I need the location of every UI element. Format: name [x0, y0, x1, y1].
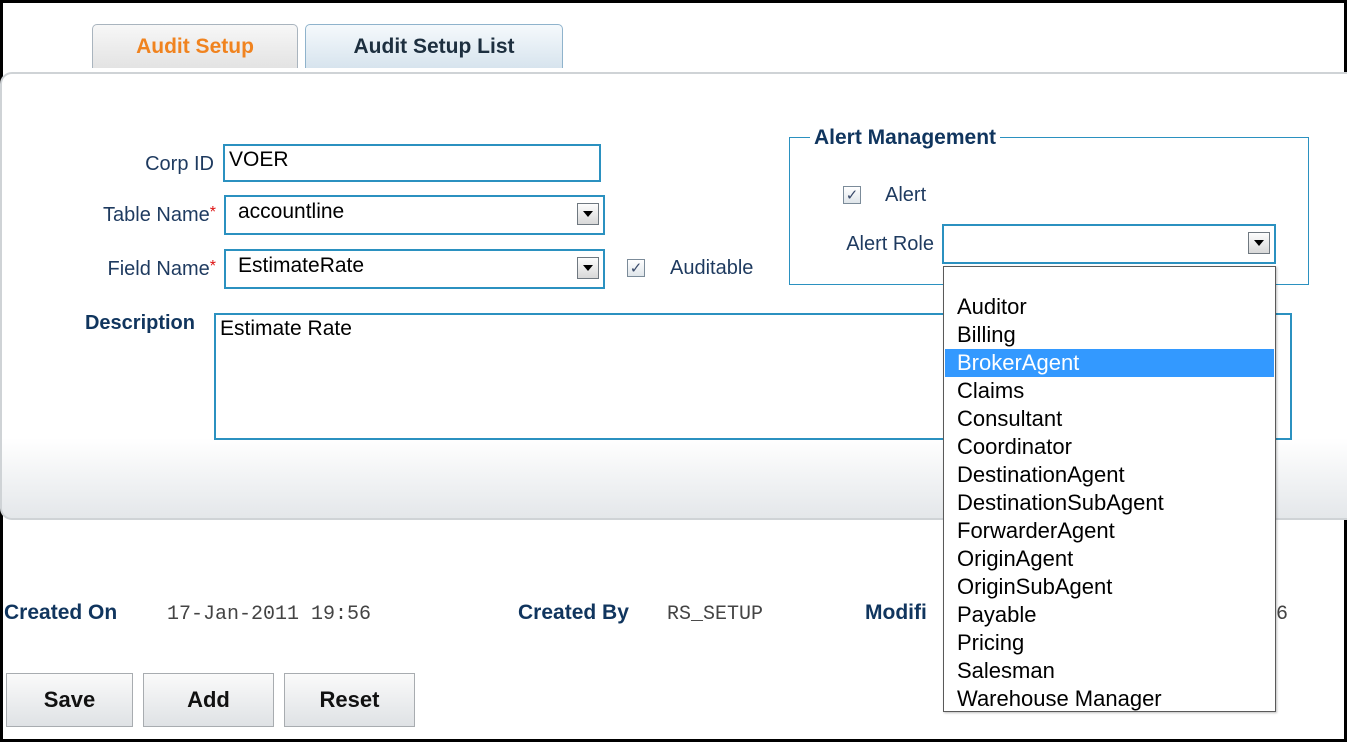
- dropdown-option[interactable]: Payable: [945, 601, 1274, 629]
- required-marker: *: [209, 204, 216, 221]
- dropdown-option[interactable]: Coordinator: [945, 433, 1274, 461]
- alert-role-dropdown-list[interactable]: Auditor Billing BrokerAgent Claims Consultan…: [943, 266, 1276, 712]
- table-name-select[interactable]: accountline: [224, 195, 605, 235]
- auditable-label: Auditable: [670, 257, 754, 279]
- modified-value: 6: [1276, 603, 1289, 626]
- save-button[interactable]: Save: [6, 673, 133, 727]
- corp-id-label: Corp ID: [145, 153, 214, 175]
- dropdown-option[interactable]: Pricing: [945, 629, 1274, 657]
- auditable-checkbox[interactable]: ✓: [627, 259, 645, 277]
- dropdown-option[interactable]: DestinationAgent: [945, 461, 1274, 489]
- created-by-label: Created By: [518, 601, 629, 624]
- add-button[interactable]: Add: [143, 673, 274, 727]
- reset-button[interactable]: Reset: [284, 673, 415, 727]
- table-name-label: Table Name*: [103, 204, 216, 226]
- required-marker: *: [209, 258, 216, 275]
- dropdown-option[interactable]: Warehouse Manager: [945, 685, 1274, 713]
- chevron-down-icon[interactable]: [577, 257, 599, 279]
- modified-label: Modifi: [865, 601, 927, 624]
- dropdown-option[interactable]: Auditor: [945, 293, 1274, 321]
- dropdown-option[interactable]: ForwarderAgent: [945, 517, 1274, 545]
- alert-management-legend: Alert Management: [810, 126, 1001, 150]
- field-name-value: EstimateRate: [238, 254, 365, 277]
- alert-role-select[interactable]: [942, 224, 1276, 264]
- alert-label: Alert: [885, 184, 927, 206]
- created-by-value: RS_SETUP: [667, 603, 764, 626]
- tab-audit-setup[interactable]: Audit Setup: [92, 24, 298, 68]
- created-on-label: Created On: [4, 601, 118, 624]
- corp-id-field[interactable]: VOER: [223, 144, 601, 182]
- tab-audit-setup-list[interactable]: Audit Setup List: [305, 24, 563, 68]
- chevron-down-icon[interactable]: [577, 203, 599, 225]
- description-label: Description: [84, 312, 195, 334]
- dropdown-option[interactable]: DestinationSubAgent: [945, 489, 1274, 517]
- dropdown-option[interactable]: Billing: [945, 321, 1274, 349]
- dropdown-option[interactable]: OriginSubAgent: [945, 573, 1274, 601]
- alert-checkbox[interactable]: ✓: [843, 186, 861, 204]
- dropdown-option[interactable]: Consultant: [945, 405, 1274, 433]
- field-name-select[interactable]: EstimateRate: [224, 249, 605, 289]
- dropdown-option[interactable]: Claims: [945, 377, 1274, 405]
- dropdown-option[interactable]: Salesman: [945, 657, 1274, 685]
- field-name-label: Field Name*: [107, 258, 217, 280]
- chevron-down-icon[interactable]: [1248, 232, 1270, 254]
- alert-role-label: Alert Role: [846, 233, 934, 255]
- dropdown-option[interactable]: BrokerAgent: [945, 349, 1274, 377]
- table-name-value: accountline: [238, 200, 345, 223]
- dropdown-option[interactable]: OriginAgent: [945, 545, 1274, 573]
- created-on-value: 17-Jan-2011 19:56: [167, 603, 372, 626]
